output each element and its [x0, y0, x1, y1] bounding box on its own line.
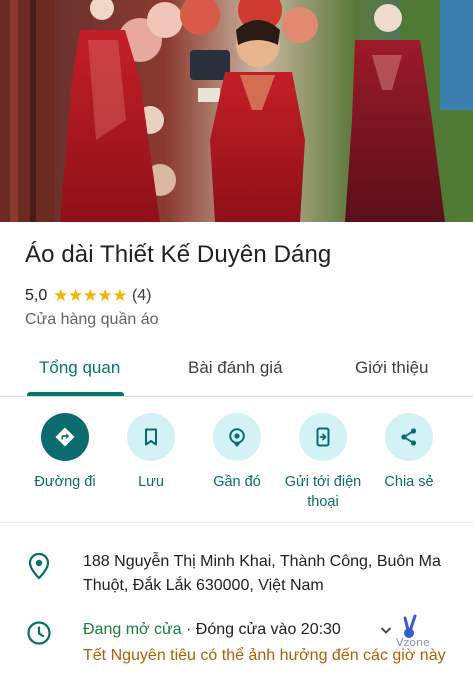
place-title: Áo dài Thiết Kế Duyên Dáng: [25, 241, 332, 268]
shop-photo-image: [0, 0, 473, 222]
action-buttons: Đường đi Lưu Gần đó Gửi tới điện thoại C…: [0, 397, 473, 523]
send-to-phone-button[interactable]: Gửi tới điện thoại: [278, 413, 368, 512]
share-button[interactable]: Chia sẻ: [364, 413, 454, 492]
directions-icon: [41, 413, 89, 461]
clock-icon: [26, 620, 52, 651]
location-pin-icon: [26, 552, 52, 585]
tab-overview[interactable]: Tổng quan: [39, 358, 120, 378]
active-tab-indicator: [27, 392, 124, 396]
place-photo[interactable]: [0, 0, 473, 222]
nearby-label: Gần đó: [213, 474, 261, 490]
save-button[interactable]: Lưu: [106, 413, 196, 492]
save-label: Lưu: [138, 474, 164, 490]
send-to-phone-label: Gửi tới điện thoại: [284, 474, 362, 510]
nearby-icon: [213, 413, 261, 461]
address-text: 188 Nguyễn Thị Minh Khai, Thành Công, Bu…: [83, 553, 441, 594]
vzone-logo: [395, 612, 445, 657]
hours-separator: ·: [181, 621, 196, 638]
hours-status-line: Đang mở cửa · Đóng cửa vào 20:30: [83, 618, 383, 642]
star-rating-icon: ★★★★★: [53, 286, 127, 305]
tab-about[interactable]: Giới thiệu: [355, 358, 429, 378]
share-label: Chia sẻ: [384, 474, 434, 490]
closing-time: Đóng cửa vào 20:30: [195, 621, 341, 638]
nearby-button[interactable]: Gần đó: [192, 413, 282, 492]
watermark-text: Vzone: [396, 636, 430, 649]
review-count[interactable]: (4): [132, 287, 152, 305]
place-category[interactable]: Cửa hàng quần áo: [25, 311, 158, 329]
chevron-down-icon[interactable]: [378, 622, 394, 643]
rating-value: 5,0: [25, 287, 48, 304]
place-tabs: Tổng quan Bài đánh giá Giới thiệu: [0, 344, 473, 397]
send-to-phone-icon: [299, 413, 347, 461]
address-row[interactable]: 188 Nguyễn Thị Minh Khai, Thành Công, Bu…: [0, 548, 473, 600]
tab-reviews[interactable]: Bài đánh giá: [188, 358, 283, 378]
share-icon: [385, 413, 433, 461]
rating-row[interactable]: 5,0 ★★★★★ (4): [25, 286, 152, 306]
directions-label: Đường đi: [34, 474, 96, 490]
directions-button[interactable]: Đường đi: [20, 413, 110, 492]
bookmark-icon: [127, 413, 175, 461]
open-status: Đang mở cửa: [83, 621, 182, 638]
